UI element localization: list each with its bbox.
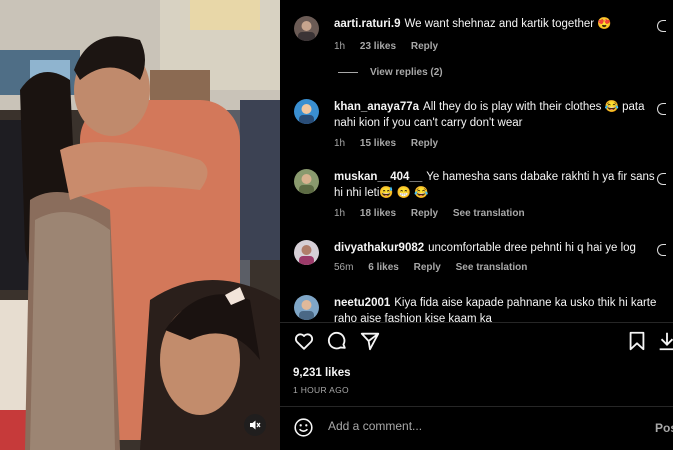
comment-username[interactable]: khan_anaya77a (334, 101, 419, 113)
comment-text-block: khan_anaya77a All they do is play with th… (334, 99, 664, 131)
reply-button[interactable]: Reply (414, 262, 441, 273)
muted-speaker-icon (250, 420, 261, 430)
replies-divider (338, 72, 358, 73)
comment-username[interactable]: neetu2001 (334, 297, 390, 309)
comment-like-icon[interactable] (657, 244, 666, 256)
comment-meta: 1h 18 likes Reply See translation (334, 208, 537, 219)
view-replies-label: View replies (2) (370, 67, 443, 78)
reply-button[interactable]: Reply (411, 41, 438, 52)
heart-icon[interactable] (293, 330, 315, 352)
comment-like-icon[interactable] (657, 20, 666, 32)
comment-likes[interactable]: 18 likes (360, 208, 396, 219)
post-likes-count[interactable]: 9,231 likes (293, 367, 351, 379)
comment-time: 56m (334, 262, 354, 273)
bookmark-icon[interactable] (626, 330, 648, 352)
comment-likes[interactable]: 23 likes (360, 41, 396, 52)
comment-text-block: muskan__404__ Ye hamesha sans dabake rakh… (334, 169, 664, 201)
comment-username[interactable]: aarti.raturi.9 (334, 18, 400, 30)
share-icon[interactable] (359, 330, 381, 352)
comment-likes[interactable]: 15 likes (360, 138, 396, 149)
comment-meta: 56m 6 likes Reply See translation (334, 262, 539, 273)
comment-meta: 1h 23 likes Reply (334, 41, 450, 52)
avatar[interactable] (294, 99, 319, 124)
comment-meta: 1h 15 likes Reply (334, 138, 450, 149)
download-icon[interactable] (657, 330, 673, 352)
comment-time: 1h (334, 41, 346, 52)
video-frame (0, 0, 280, 450)
comment-likes[interactable]: 6 likes (368, 262, 399, 273)
reply-button[interactable]: Reply (411, 138, 438, 149)
comment-body: We want shehnaz and kartik together 😍 (404, 18, 612, 30)
post-comment-button[interactable]: Pos (655, 421, 673, 435)
post-video[interactable] (0, 0, 280, 450)
comment-time: 1h (334, 208, 346, 219)
see-translation-button[interactable]: See translation (453, 208, 525, 219)
comment-icon[interactable] (326, 330, 348, 352)
comment-like-icon[interactable] (657, 103, 666, 115)
avatar[interactable] (294, 295, 319, 320)
comment-text-block: aarti.raturi.9 We want shehnaz and kartik… (334, 16, 664, 32)
comment-like-icon[interactable] (657, 173, 666, 185)
comment-username[interactable]: muskan__404__ (334, 171, 422, 183)
see-translation-button[interactable]: See translation (456, 262, 528, 273)
comment-username[interactable]: divyathakur9082 (334, 242, 424, 254)
comment-text-block: neetu2001 Kiya fida aise kapade pahnane k… (334, 295, 664, 322)
comment-time: 1h (334, 138, 346, 149)
emoji-icon[interactable] (293, 417, 314, 438)
view-replies-button[interactable]: View replies (2) (338, 67, 443, 78)
comment-text-block: divyathakur9082 uncomfortable dree pehnti… (334, 240, 664, 256)
comments-panel: aarti.raturi.9 We want shehnaz and kartik… (280, 0, 673, 450)
avatar[interactable] (294, 169, 319, 194)
avatar[interactable] (294, 16, 319, 41)
add-comment-bar: Pos (280, 406, 673, 450)
divider (280, 322, 673, 323)
comment-input[interactable] (326, 418, 610, 434)
comments-list[interactable]: aarti.raturi.9 We want shehnaz and kartik… (280, 0, 673, 322)
avatar[interactable] (294, 240, 319, 265)
mute-button[interactable] (244, 414, 266, 436)
comment-body: uncomfortable dree pehnti hi q hai ye lo… (428, 242, 636, 254)
post-time: 1 HOUR AGO (293, 385, 349, 395)
post-actions (280, 330, 673, 360)
reply-button[interactable]: Reply (411, 208, 438, 219)
